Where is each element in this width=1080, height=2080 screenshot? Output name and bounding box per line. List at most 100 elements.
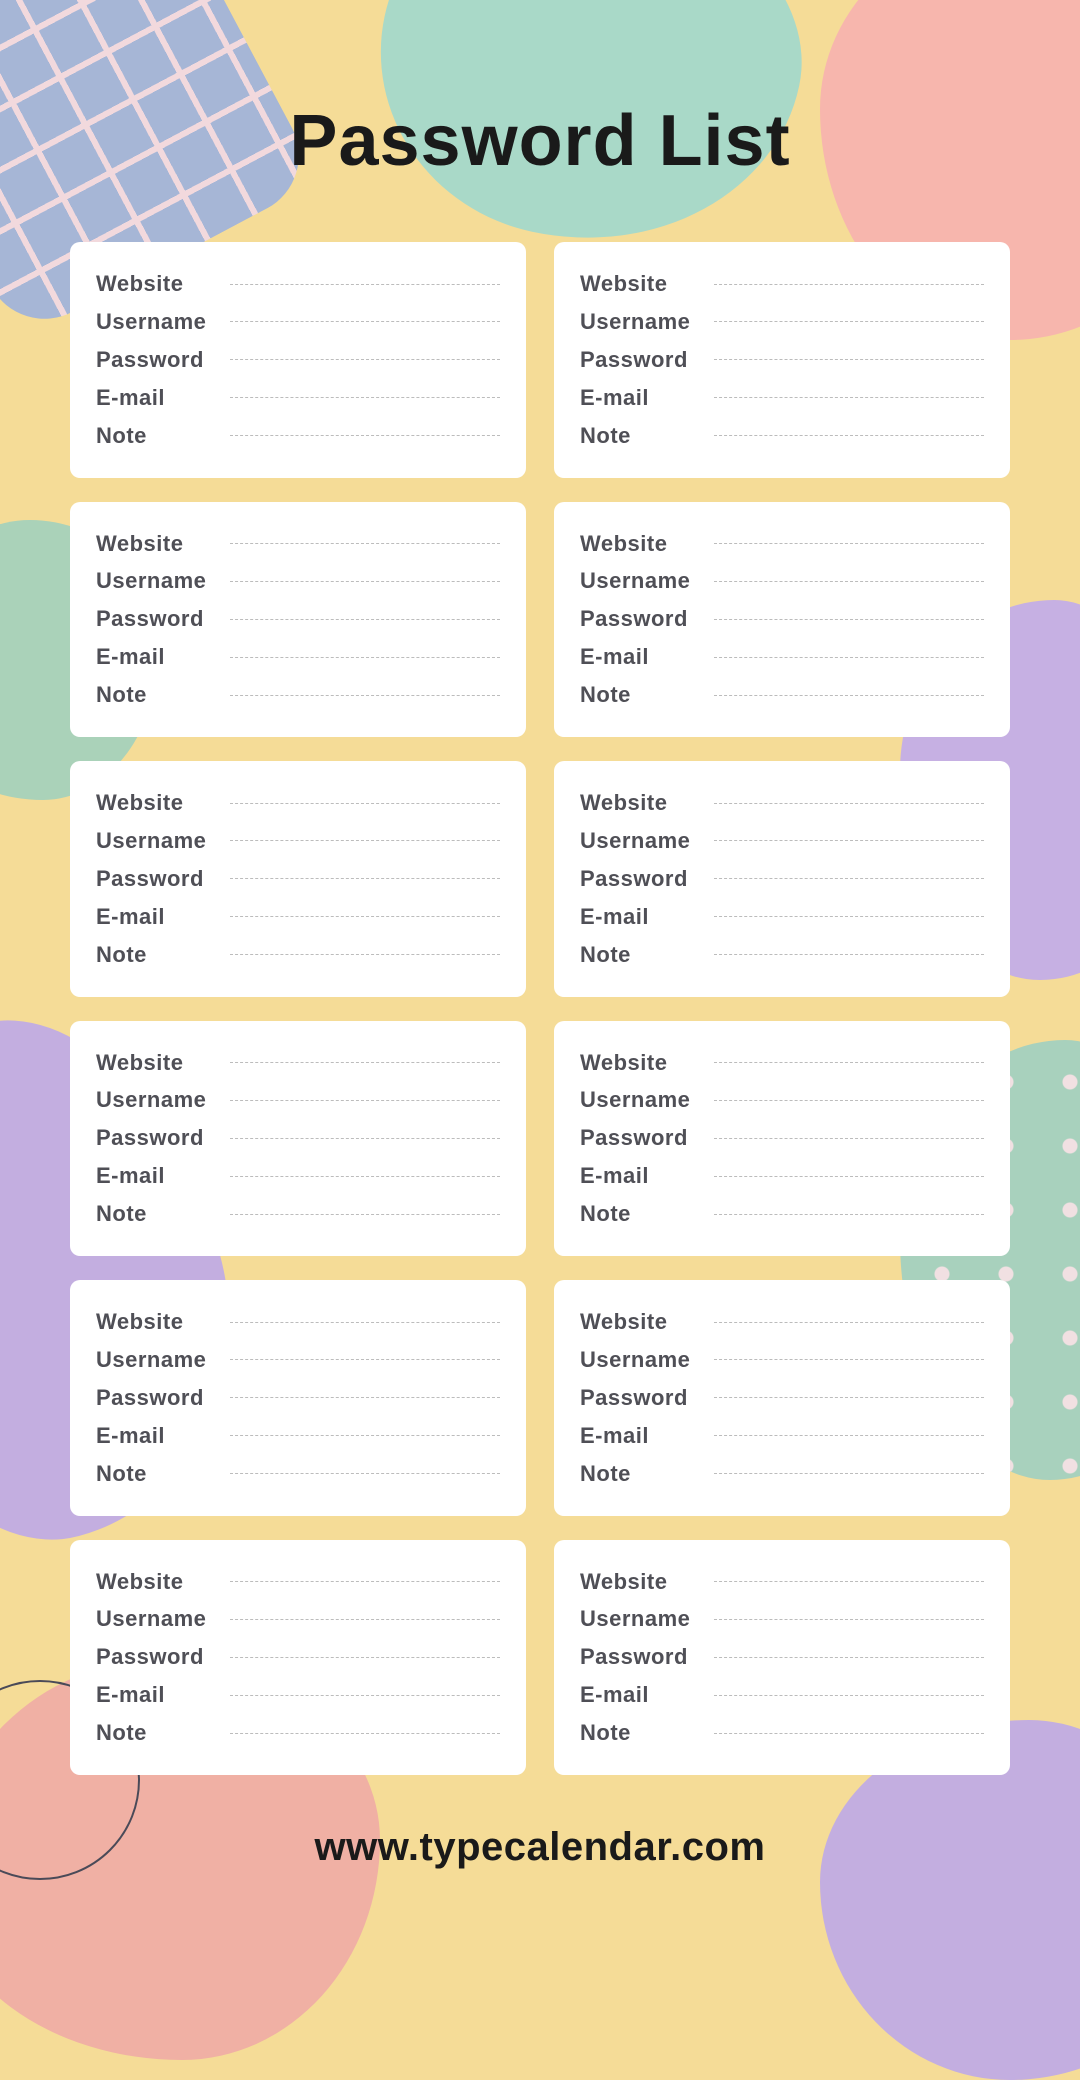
field-row-website: Website — [580, 266, 984, 302]
field-row-password: Password — [580, 601, 984, 637]
field-line-email — [714, 397, 984, 398]
field-label-note: Note — [580, 1461, 700, 1487]
field-row-note: Note — [96, 937, 500, 973]
field-line-website — [230, 1581, 500, 1582]
field-row-username: Username — [96, 1082, 500, 1118]
field-label-website: Website — [580, 1309, 700, 1335]
field-label-username: Username — [580, 1087, 700, 1113]
field-row-username: Username — [580, 1082, 984, 1118]
field-row-website: Website — [580, 1045, 984, 1081]
field-line-email — [714, 916, 984, 917]
field-label-username: Username — [96, 568, 216, 594]
field-row-password: Password — [96, 861, 500, 897]
field-label-username: Username — [580, 309, 700, 335]
password-card: WebsiteUsernamePasswordE-mailNote — [554, 761, 1010, 997]
field-label-password: Password — [96, 1385, 216, 1411]
field-label-email: E-mail — [580, 1423, 700, 1449]
field-row-note: Note — [96, 1196, 500, 1232]
field-label-email: E-mail — [580, 385, 700, 411]
field-line-password — [714, 878, 984, 879]
field-row-email: E-mail — [580, 639, 984, 675]
field-label-password: Password — [580, 606, 700, 632]
field-label-password: Password — [580, 347, 700, 373]
field-line-website — [230, 284, 500, 285]
field-label-email: E-mail — [96, 1163, 216, 1189]
field-row-username: Username — [96, 1342, 500, 1378]
field-line-password — [714, 359, 984, 360]
field-row-website: Website — [96, 1045, 500, 1081]
field-line-password — [714, 1138, 984, 1139]
field-line-website — [230, 1322, 500, 1323]
field-line-username — [714, 1100, 984, 1101]
field-line-password — [230, 1397, 500, 1398]
field-label-note: Note — [580, 942, 700, 968]
field-line-note — [714, 695, 984, 696]
field-label-username: Username — [96, 828, 216, 854]
field-row-password: Password — [96, 1639, 500, 1675]
field-label-email: E-mail — [580, 904, 700, 930]
field-row-password: Password — [580, 1120, 984, 1156]
field-row-website: Website — [96, 1304, 500, 1340]
field-line-username — [714, 581, 984, 582]
field-line-username — [230, 321, 500, 322]
field-line-website — [714, 1581, 984, 1582]
field-label-password: Password — [96, 347, 216, 373]
field-row-website: Website — [580, 526, 984, 562]
field-row-email: E-mail — [580, 1418, 984, 1454]
field-row-website: Website — [96, 266, 500, 302]
field-line-password — [230, 1138, 500, 1139]
field-line-password — [230, 878, 500, 879]
field-label-email: E-mail — [580, 644, 700, 670]
field-row-username: Username — [580, 823, 984, 859]
password-card: WebsiteUsernamePasswordE-mailNote — [70, 1540, 526, 1776]
field-line-website — [230, 1062, 500, 1063]
field-line-note — [230, 1214, 500, 1215]
field-row-note: Note — [96, 1456, 500, 1492]
field-label-website: Website — [96, 271, 216, 297]
field-label-username: Username — [580, 1347, 700, 1373]
field-line-note — [230, 435, 500, 436]
field-line-note — [714, 1733, 984, 1734]
field-line-note — [230, 1733, 500, 1734]
field-row-password: Password — [580, 342, 984, 378]
password-card: WebsiteUsernamePasswordE-mailNote — [554, 1540, 1010, 1776]
password-card: WebsiteUsernamePasswordE-mailNote — [554, 1280, 1010, 1516]
field-label-email: E-mail — [96, 1682, 216, 1708]
field-row-username: Username — [96, 563, 500, 599]
field-label-website: Website — [580, 1050, 700, 1076]
field-line-password — [714, 619, 984, 620]
field-line-username — [230, 581, 500, 582]
field-label-website: Website — [580, 1569, 700, 1595]
field-line-note — [714, 1473, 984, 1474]
field-row-username: Username — [580, 563, 984, 599]
field-label-username: Username — [580, 828, 700, 854]
field-label-email: E-mail — [580, 1163, 700, 1189]
field-line-note — [230, 1473, 500, 1474]
field-row-website: Website — [580, 785, 984, 821]
password-card: WebsiteUsernamePasswordE-mailNote — [70, 1280, 526, 1516]
field-row-password: Password — [96, 1120, 500, 1156]
password-card: WebsiteUsernamePasswordE-mailNote — [554, 502, 1010, 738]
field-label-username: Username — [96, 1606, 216, 1632]
field-label-username: Username — [580, 1606, 700, 1632]
field-line-email — [230, 1695, 500, 1696]
field-row-note: Note — [580, 418, 984, 454]
field-label-note: Note — [96, 1201, 216, 1227]
field-row-username: Username — [580, 1601, 984, 1637]
field-label-password: Password — [96, 606, 216, 632]
field-line-website — [714, 284, 984, 285]
field-row-note: Note — [580, 1196, 984, 1232]
field-line-note — [714, 435, 984, 436]
field-row-website: Website — [96, 526, 500, 562]
page-content: Password List WebsiteUsernamePasswordE-m… — [0, 0, 1080, 1920]
field-line-username — [714, 840, 984, 841]
footer-url: www.typecalendar.com — [315, 1825, 766, 1870]
field-line-website — [714, 803, 984, 804]
field-row-website: Website — [580, 1304, 984, 1340]
password-card: Website Username Password E-mail Note — [554, 1021, 1010, 1257]
field-line-email — [230, 916, 500, 917]
field-label-note: Note — [580, 423, 700, 449]
field-line-email — [714, 657, 984, 658]
field-label-website: Website — [580, 790, 700, 816]
card-grid: WebsiteUsernamePasswordE-mailNoteWebsite… — [70, 242, 1010, 1775]
